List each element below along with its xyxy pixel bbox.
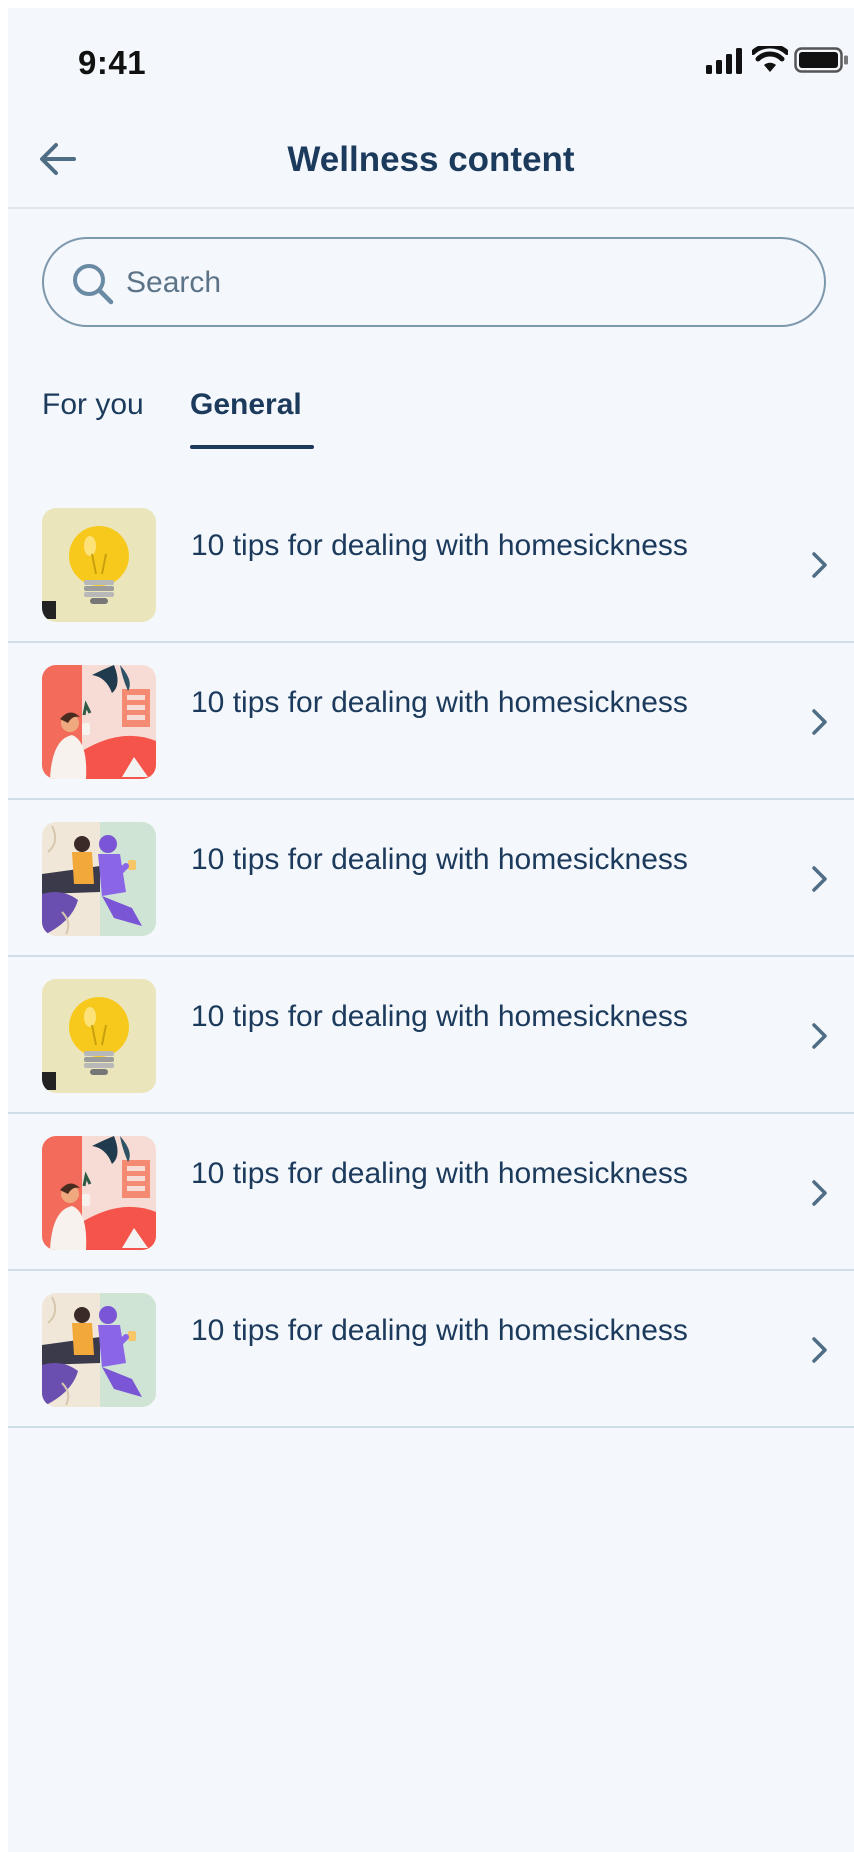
person-drinking-thumbnail [42,665,156,779]
list-item[interactable]: 10 tips for dealing with homesickness [8,1271,854,1428]
chevron-right-icon [812,1180,827,1206]
chevron-right-icon [812,552,827,578]
tab-general[interactable]: General [190,388,302,422]
article-title: 10 tips for dealing with homesickness [191,1157,688,1190]
header: Wellness content [8,113,854,208]
battery-icon [794,47,848,73]
article-title: 10 tips for dealing with homesickness [191,1000,688,1033]
chevron-right-icon [812,866,827,892]
screen: 9:41 Wellness content Search For you Gen… [8,8,854,1852]
friends-illustration-thumbnail [42,822,156,936]
list-item[interactable]: 10 tips for dealing with homesickness [8,1114,854,1271]
article-title: 10 tips for dealing with homesickness [191,686,688,719]
list-item[interactable]: 10 tips for dealing with homesickness [8,643,854,800]
article-list: 10 tips for dealing with homesickness 10… [8,486,854,1428]
chevron-right-icon [812,1337,827,1363]
chevron-right-icon [812,709,827,735]
lightbulb-thumbnail [42,979,156,1093]
search-bar[interactable] [42,237,826,327]
cellular-signal-icon [706,48,742,74]
list-item[interactable]: 10 tips for dealing with homesickness [8,800,854,957]
friends-illustration-thumbnail [42,1293,156,1407]
header-divider [8,207,854,209]
article-title: 10 tips for dealing with homesickness [191,1314,688,1347]
person-drinking-thumbnail [42,1136,156,1250]
status-time: 9:41 [78,44,147,81]
article-title: 10 tips for dealing with homesickness [191,529,688,562]
search-icon [73,264,114,305]
page-title: Wellness content [287,140,575,179]
chevron-right-icon [812,1023,827,1049]
lightbulb-thumbnail [42,508,156,622]
search-input[interactable] [124,257,788,309]
list-item[interactable]: 10 tips for dealing with homesickness [8,957,854,1114]
list-item[interactable]: 10 tips for dealing with homesickness [8,486,854,643]
tab-for-you[interactable]: For you [42,388,144,422]
article-title: 10 tips for dealing with homesickness [191,843,688,876]
status-bar: 9:41 [8,8,854,103]
active-tab-indicator [190,445,314,449]
wifi-icon [752,46,788,72]
